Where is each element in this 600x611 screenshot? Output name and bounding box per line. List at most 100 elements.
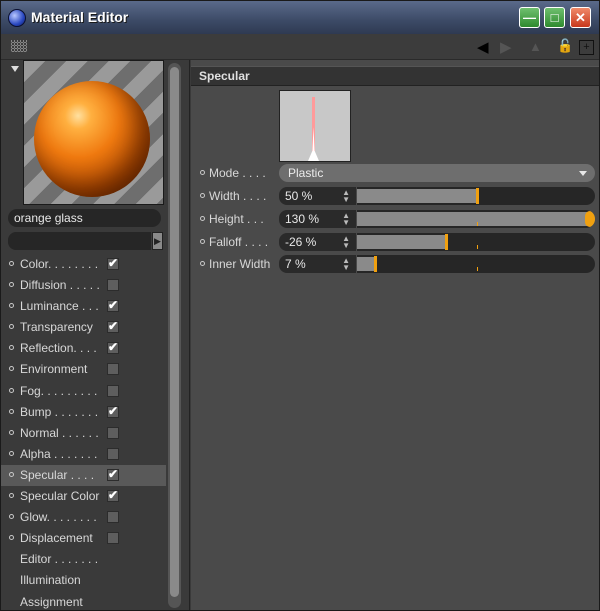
param-value: 50 %	[285, 189, 313, 203]
slider-center-tick	[477, 245, 478, 249]
channel-item[interactable]: Fog. . . . . . . . .	[1, 381, 166, 402]
preview-menu-arrow-icon[interactable]	[11, 66, 19, 72]
channel-item[interactable]: Reflection. . . .	[1, 338, 166, 359]
spinner-arrows-icon[interactable]: ▲ ▼	[342, 257, 350, 272]
close-icon: ✕	[575, 10, 586, 25]
curve-peak	[308, 127, 319, 161]
param-value-field[interactable]: -26 % ▲ ▼	[279, 233, 356, 251]
slider-handle[interactable]	[445, 234, 448, 250]
channel-item[interactable]: Specular . . . .	[1, 464, 166, 487]
param-slider[interactable]	[357, 255, 595, 273]
title-bar[interactable]: Material Editor — □ ✕	[1, 1, 599, 35]
mode-value: Plastic	[288, 166, 324, 180]
slider-fill	[357, 257, 374, 271]
channel-checkbox[interactable]	[107, 363, 119, 376]
param-value: -26 %	[285, 235, 317, 249]
scrollbar-thumb[interactable]	[170, 67, 179, 597]
channel-label: Transparency	[20, 320, 93, 335]
spinner-arrows-icon[interactable]: ▲ ▼	[342, 212, 350, 227]
close-button[interactable]: ✕	[570, 7, 591, 28]
channel-checkbox[interactable]	[107, 384, 119, 397]
material-editor-window: Material Editor — □ ✕ ◀ ▶ ▲ 🔓 + orange g…	[0, 0, 600, 611]
channel-item[interactable]: Editor . . . . . . .	[1, 549, 166, 570]
channel-item[interactable]: Illumination	[1, 570, 166, 591]
up-arrow-icon[interactable]: ▲	[529, 39, 542, 54]
new-window-icon[interactable]: +	[579, 40, 594, 55]
param-value-field[interactable]: 7 % ▲ ▼	[279, 255, 356, 273]
section-header: Specular	[191, 66, 599, 86]
channel-checkbox[interactable]	[107, 340, 119, 355]
slider-handle[interactable]	[476, 188, 479, 204]
lock-icon[interactable]: 🔓	[557, 38, 573, 54]
channel-checkbox[interactable]	[107, 279, 119, 292]
grip-icon[interactable]	[11, 40, 27, 52]
window-title: Material Editor	[31, 9, 129, 25]
channel-item[interactable]: Environment	[1, 359, 166, 380]
param-slider[interactable]	[357, 187, 595, 205]
channel-label: Luminance . . .	[20, 299, 99, 314]
forward-arrow-icon[interactable]: ▶	[500, 38, 512, 56]
animation-dot-icon[interactable]	[200, 216, 205, 221]
channel-label: Displacement	[20, 531, 93, 546]
channel-label: Specular . . . .	[20, 467, 95, 482]
channel-item[interactable]: Diffusion . . . . .	[1, 275, 166, 296]
channel-checkbox[interactable]	[107, 298, 119, 313]
channel-item[interactable]: Transparency	[1, 317, 166, 338]
channel-filter-button[interactable]: ▶	[152, 232, 163, 250]
channel-checkbox[interactable]	[107, 467, 119, 481]
animation-dot-icon	[9, 514, 14, 520]
chevron-down-icon	[579, 171, 587, 176]
mode-label: Mode . . . .	[209, 166, 266, 180]
animation-dot-icon[interactable]	[200, 261, 205, 266]
animation-dot-icon	[9, 282, 14, 288]
channel-item[interactable]: Bump . . . . . . .	[1, 402, 166, 423]
channel-label: Color. . . . . . . .	[20, 257, 99, 271]
spinner-arrows-icon[interactable]: ▲ ▼	[342, 189, 350, 204]
animation-dot-icon[interactable]	[200, 170, 205, 175]
channel-item[interactable]: Displacement	[1, 528, 166, 549]
param-value-field[interactable]: 130 % ▲ ▼	[279, 210, 356, 228]
channel-checkbox[interactable]	[107, 319, 119, 334]
channel-item[interactable]: Normal . . . . . .	[1, 423, 166, 444]
attributes-panel: Specular Mode . . . . Plastic Width . . …	[191, 60, 599, 610]
param-row: Inner Width 7 % ▲ ▼	[191, 255, 599, 274]
material-name-field[interactable]: orange glass	[8, 209, 161, 227]
param-slider[interactable]	[357, 210, 595, 228]
channel-scrollbar[interactable]	[168, 63, 181, 608]
spinner-arrows-icon[interactable]: ▲ ▼	[342, 235, 350, 250]
slider-center-tick	[477, 222, 478, 226]
channel-item[interactable]: Assignment	[1, 592, 166, 611]
animation-dot-icon	[9, 450, 14, 456]
material-preview[interactable]	[23, 60, 164, 205]
specular-curve-preview	[279, 90, 351, 162]
mode-dropdown[interactable]: Plastic	[279, 164, 595, 182]
channel-checkbox[interactable]	[107, 511, 119, 524]
channel-item[interactable]: Glow. . . . . . . .	[1, 507, 166, 528]
channel-filter-field[interactable]	[8, 232, 151, 250]
param-label: Falloff . . . .	[209, 235, 269, 249]
slider-handle[interactable]	[374, 256, 377, 272]
slider-handle[interactable]	[585, 211, 595, 227]
param-slider[interactable]	[357, 233, 595, 251]
minimize-button[interactable]: —	[519, 7, 540, 28]
channel-label: Specular Color	[20, 489, 100, 504]
channel-item[interactable]: Alpha . . . . . . .	[1, 444, 166, 465]
animation-dot-icon	[9, 303, 14, 309]
back-arrow-icon[interactable]: ◀	[477, 38, 489, 56]
animation-dot-icon[interactable]	[200, 193, 205, 198]
animation-dot-icon	[9, 429, 14, 435]
maximize-button[interactable]: □	[544, 7, 565, 28]
channel-checkbox[interactable]	[107, 488, 119, 503]
channel-checkbox[interactable]	[107, 426, 119, 439]
channel-checkbox[interactable]	[107, 404, 119, 418]
channel-checkbox[interactable]	[107, 447, 119, 460]
animation-dot-icon[interactable]	[200, 239, 205, 244]
channel-item[interactable]: Specular Color	[1, 486, 166, 507]
param-row: Falloff . . . . -26 % ▲ ▼	[191, 233, 599, 252]
channel-item[interactable]: Luminance . . .	[1, 296, 166, 317]
param-value-field[interactable]: 50 % ▲ ▼	[279, 187, 356, 205]
channel-checkbox[interactable]	[107, 256, 119, 270]
channel-item[interactable]: Color. . . . . . . .	[1, 254, 166, 275]
slider-fill	[357, 212, 595, 226]
channel-checkbox[interactable]	[107, 532, 119, 545]
